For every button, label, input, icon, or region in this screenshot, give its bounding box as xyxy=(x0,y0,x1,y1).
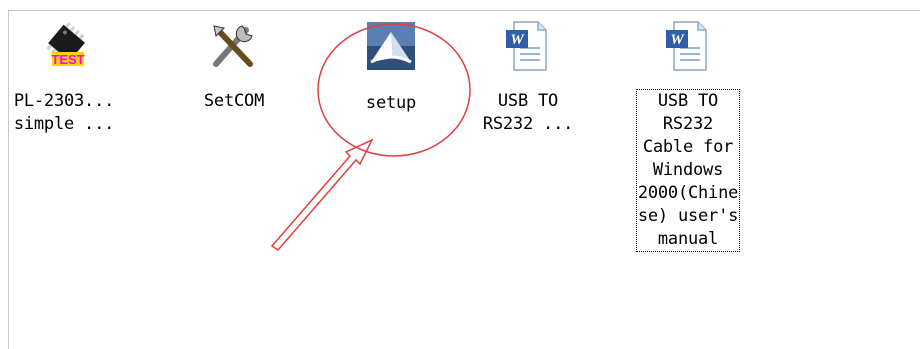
file-label: setup xyxy=(365,93,417,113)
file-item-setup[interactable]: setup xyxy=(337,18,445,115)
tools-icon xyxy=(206,18,262,74)
word-document-icon: W xyxy=(500,18,556,74)
file-item-user-manual[interactable]: W USB TO RS232 Cable for Windows 2000(Ch… xyxy=(634,18,742,252)
annotation-overlay xyxy=(270,23,471,251)
file-label: PL-2303... simple ... xyxy=(13,91,115,134)
file-label: USB TO RS232 Cable for Windows 2000(Chin… xyxy=(635,89,741,252)
file-item-usb-rs232[interactable]: W USB TO RS232 ... xyxy=(474,18,582,136)
installer-icon xyxy=(363,18,419,74)
svg-text:TEST: TEST xyxy=(51,52,84,67)
annotation-arrow xyxy=(270,138,374,251)
file-label: SetCOM xyxy=(203,91,265,111)
chip-test-icon: TEST xyxy=(36,18,92,74)
window-left-border xyxy=(0,10,9,349)
svg-text:W: W xyxy=(670,32,685,48)
svg-text:W: W xyxy=(510,32,525,48)
file-item-setcom[interactable]: SetCOM xyxy=(180,18,288,113)
word-document-icon: W xyxy=(660,18,716,74)
file-label: USB TO RS232 ... xyxy=(482,91,574,134)
file-item-pl2303[interactable]: TEST PL-2303... simple ... xyxy=(10,18,118,136)
window-top-border xyxy=(0,0,920,11)
